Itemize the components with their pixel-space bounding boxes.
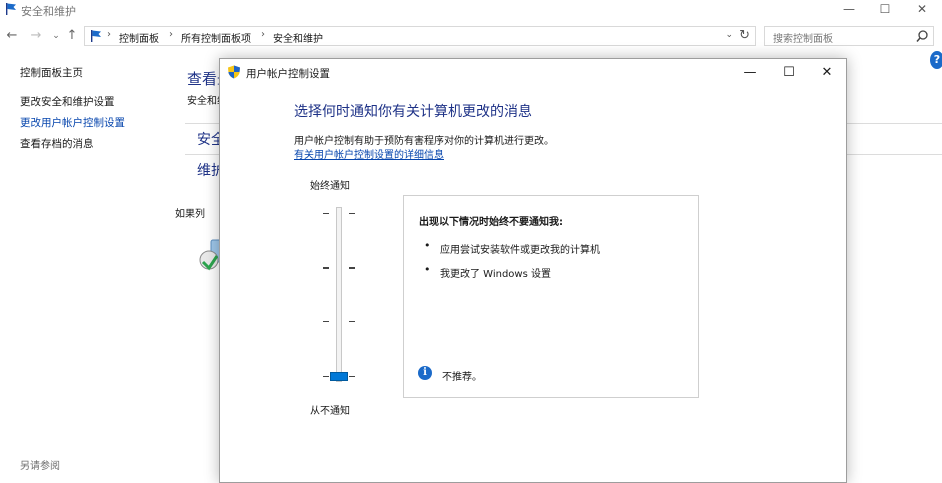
slider-track[interactable] (336, 207, 342, 382)
title-bar: 安全和维护 — ☐ ✕ (0, 0, 942, 20)
sidebar: 控制面板主页 更改安全和维护设置 更改用户帐户控制设置 查看存档的消息 另请参阅 (0, 48, 175, 478)
window-title: 安全和维护 (21, 5, 76, 18)
sidebar-item-home[interactable]: 控制面板主页 (20, 65, 83, 80)
panel-bullet-item: 我更改了 Windows 设置 (440, 269, 551, 280)
minimize-button[interactable]: — (830, 0, 868, 20)
close-button[interactable]: ✕ (903, 0, 941, 20)
dialog-title-bar: 用户帐户控制设置 — ☐ ✕ (220, 59, 846, 87)
address-row: ← → ⌄ ↑ › 控制面板 › 所有控制面板项 › 安全和维护 ⌄ ↻ 搜索控… (0, 24, 942, 48)
panel-note: 不推荐。 (442, 372, 482, 383)
breadcrumb-security[interactable]: 安全和维护 (273, 30, 323, 45)
slider-tick (349, 213, 355, 214)
dialog-title: 用户帐户控制设置 (246, 68, 330, 80)
uac-info-link[interactable]: 有关用户帐户控制设置的详细信息 (294, 146, 444, 161)
search-placeholder: 搜索控制面板 (773, 34, 833, 45)
slider-tick (323, 321, 329, 322)
uac-settings-dialog: 用户帐户控制设置 — ☐ ✕ 选择何时通知你有关计算机更改的消息 用户帐户控制有… (219, 58, 847, 483)
slider-top-label: 始终通知 (310, 181, 350, 192)
breadcrumb-control-panel[interactable]: 控制面板 (119, 30, 159, 45)
dialog-heading: 选择何时通知你有关计算机更改的消息 (294, 104, 532, 120)
panel-title: 出现以下情况时始终不要通知我: (419, 217, 563, 228)
refresh-button[interactable]: ↻ (739, 28, 750, 43)
troubleshoot-text: 如果列 (175, 209, 205, 220)
flag-icon (6, 3, 17, 15)
see-also-label: 另请参阅 (20, 461, 60, 472)
slider-tick (323, 213, 329, 214)
slider-tick (349, 267, 355, 269)
search-icon[interactable] (915, 29, 929, 43)
address-bar[interactable]: › 控制面板 › 所有控制面板项 › 安全和维护 ⌄ ↻ (84, 26, 756, 46)
up-button[interactable]: ↑ (64, 27, 80, 45)
search-input[interactable]: 搜索控制面板 (764, 26, 934, 46)
address-dropdown-button[interactable]: ⌄ (725, 30, 733, 40)
level-description-panel: 出现以下情况时始终不要通知我: • 应用尝试安装软件或更改我的计算机 • 我更改… (403, 195, 699, 398)
back-button[interactable]: ← (4, 27, 20, 45)
uac-shield-icon (228, 65, 240, 79)
forward-button[interactable]: → (28, 27, 44, 45)
bullet-glyph: • (424, 239, 431, 252)
sidebar-item-change-uac-settings[interactable]: 更改用户帐户控制设置 (20, 115, 125, 130)
slider-tick (323, 376, 329, 377)
maximize-button[interactable]: ☐ (866, 0, 904, 20)
breadcrumb-separator: › (107, 29, 111, 40)
breadcrumb-all-items[interactable]: 所有控制面板项 (181, 30, 251, 45)
panel-bullet-item: 应用尝试安装软件或更改我的计算机 (440, 245, 600, 256)
breadcrumb-separator: › (169, 29, 173, 40)
slider-tick (349, 376, 355, 377)
notification-level-slider[interactable] (316, 207, 364, 387)
slider-tick (323, 267, 329, 269)
dialog-description: 用户帐户控制有助于预防有害程序对你的计算机进行更改。 (294, 136, 554, 147)
slider-thumb[interactable] (330, 372, 348, 381)
slider-tick (349, 321, 355, 322)
dialog-minimize-button[interactable]: — (732, 63, 768, 83)
slider-bottom-label: 从不通知 (310, 406, 350, 417)
sidebar-item-change-security-settings[interactable]: 更改安全和维护设置 (20, 94, 115, 109)
dialog-close-button[interactable]: ✕ (809, 63, 845, 83)
recent-locations-button[interactable]: ⌄ (48, 27, 64, 45)
flag-icon (91, 30, 101, 42)
sidebar-item-view-archived-messages[interactable]: 查看存档的消息 (20, 136, 94, 151)
info-icon: i (418, 366, 432, 380)
breadcrumb-separator: › (261, 29, 265, 40)
help-button[interactable]: ? (930, 51, 942, 69)
dialog-maximize-button[interactable]: ☐ (771, 63, 807, 83)
bullet-glyph: • (424, 263, 431, 276)
